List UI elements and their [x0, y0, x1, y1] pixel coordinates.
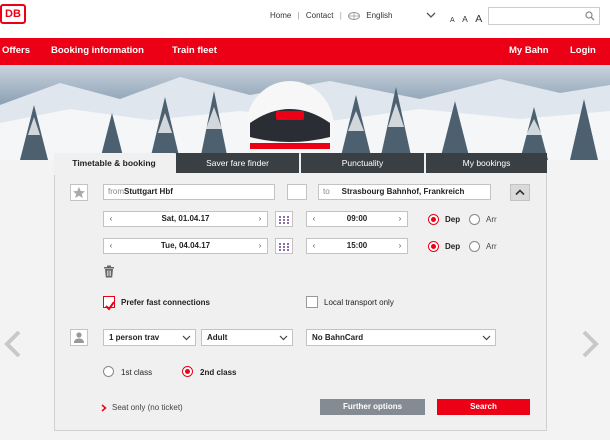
from-prefix: from [108, 187, 124, 196]
tab-saver-fare-finder[interactable]: Saver fare finder [176, 153, 299, 173]
outbound-calendar-button[interactable] [275, 211, 293, 227]
trash-icon[interactable] [103, 265, 115, 278]
person-icon [74, 332, 84, 343]
outbound-date-stepper[interactable]: ‹ Sat, 01.04.17 › [103, 211, 268, 227]
db-logo[interactable]: DB [0, 4, 26, 24]
chevron-right-icon[interactable]: › [393, 239, 407, 253]
chevron-down-icon [279, 335, 288, 341]
contact-link[interactable]: Contact [306, 11, 334, 20]
top-bar: DB Home | Contact | English A A A [0, 0, 610, 38]
chevron-right-icon [101, 404, 107, 412]
return-time-stepper[interactable]: ‹ 15:00 › [306, 238, 408, 254]
second-class-label: 2nd class [200, 368, 237, 377]
link-separator: | [297, 11, 300, 20]
to-station-value: Strasbourg Bahnhof, Frankreich [341, 187, 465, 196]
return-arr-label: Arr [486, 242, 497, 251]
return-date-value: Tue, 04.04.17 [160, 241, 211, 250]
link-separator: | [339, 11, 342, 20]
to-station-input[interactable]: to Strasbourg Bahnhof, Frankreich [318, 184, 491, 200]
collapse-stations-button[interactable] [510, 184, 530, 201]
checkmark-icon [105, 301, 115, 311]
globe-icon [348, 11, 361, 20]
age-group-value: Adult [207, 333, 228, 342]
chevron-down-icon[interactable] [426, 10, 436, 20]
first-class-radio[interactable] [103, 366, 114, 377]
font-size-medium[interactable]: A [462, 14, 468, 24]
return-arr-radio[interactable] [469, 241, 480, 252]
search-icon[interactable] [585, 11, 595, 21]
calendar-icon [279, 216, 289, 224]
nav-login[interactable]: Login [570, 45, 596, 56]
search-button[interactable]: Search [437, 399, 530, 415]
return-dep-radio[interactable] [428, 241, 439, 252]
outbound-dep-label: Dep [445, 215, 461, 224]
hero-train-illustration [0, 77, 610, 160]
chevron-right-icon[interactable]: › [253, 212, 267, 226]
tab-timetable-booking[interactable]: Timetable & booking [54, 153, 174, 175]
nav-booking-information[interactable]: Booking information [51, 45, 144, 56]
outbound-time-stepper[interactable]: ‹ 09:00 › [306, 211, 408, 227]
prefer-fast-label: Prefer fast connections [121, 298, 210, 307]
outbound-arr-radio[interactable] [469, 214, 480, 225]
outbound-dep-radio[interactable] [428, 214, 439, 225]
travellers-select[interactable]: 1 person trav [103, 329, 196, 346]
travellers-value: 1 person trav [109, 333, 160, 342]
chevron-left-icon[interactable]: ‹ [104, 239, 118, 253]
booking-tabs: Timetable & booking Saver fare finder Pu… [54, 153, 547, 175]
chevron-right-icon[interactable]: › [253, 239, 267, 253]
font-size-controls: A A A [450, 9, 485, 27]
return-calendar-button[interactable] [275, 238, 293, 254]
second-class-radio[interactable] [182, 366, 193, 377]
to-prefix: to [323, 187, 330, 196]
from-station-value: Stuttgart Hbf [124, 187, 173, 196]
chevron-left-icon[interactable]: ‹ [307, 212, 321, 226]
chevron-left-icon[interactable]: ‹ [104, 212, 118, 226]
return-date-stepper[interactable]: ‹ Tue, 04.04.17 › [103, 238, 268, 254]
main-nav: Offers Booking information Train fleet M… [0, 38, 610, 65]
nav-my-bahn[interactable]: My Bahn [509, 45, 549, 56]
chevron-down-icon [482, 335, 491, 341]
seat-only-link[interactable]: Seat only (no ticket) [112, 403, 183, 412]
favorites-button[interactable] [70, 184, 88, 201]
calendar-icon [279, 243, 289, 251]
bahncard-value: No BahnCard [312, 333, 364, 342]
further-options-button[interactable]: Further options [320, 399, 425, 415]
hero-banner [0, 65, 610, 160]
prefer-fast-checkbox[interactable] [103, 296, 115, 311]
traveller-profile-button[interactable] [70, 329, 88, 346]
outbound-time-value: 09:00 [346, 214, 368, 223]
chevron-right-icon[interactable] [581, 330, 599, 358]
return-time-value: 15:00 [346, 241, 368, 250]
first-class-label: 1st class [121, 368, 153, 377]
outbound-arr-label: Arr [486, 215, 497, 224]
language-selector[interactable]: English [366, 11, 392, 20]
nav-train-fleet[interactable]: Train fleet [172, 45, 217, 56]
local-transport-checkbox[interactable] [306, 296, 318, 308]
star-icon [73, 187, 85, 198]
chevron-down-icon [182, 335, 191, 341]
chevron-left-icon[interactable] [4, 330, 22, 358]
chevron-left-icon[interactable]: ‹ [307, 239, 321, 253]
home-link[interactable]: Home [270, 11, 291, 20]
tab-punctuality[interactable]: Punctuality [301, 153, 424, 173]
chevron-up-icon [515, 189, 525, 196]
site-search-input[interactable] [488, 7, 600, 25]
font-size-large[interactable]: A [475, 13, 482, 25]
top-links: Home | Contact | English [270, 11, 393, 20]
font-size-small[interactable]: A [450, 17, 455, 24]
tab-my-bookings[interactable]: My bookings [426, 153, 547, 173]
outbound-date-value: Sat, 01.04.17 [161, 214, 210, 223]
via-station-input[interactable] [287, 184, 307, 200]
chevron-right-icon[interactable]: › [393, 212, 407, 226]
from-station-input[interactable]: fromStuttgart Hbf [103, 184, 275, 200]
return-dep-label: Dep [445, 242, 461, 251]
bahncard-select[interactable]: No BahnCard [306, 329, 496, 346]
age-group-select[interactable]: Adult [201, 329, 293, 346]
local-transport-label: Local transport only [324, 298, 394, 307]
nav-offers[interactable]: Offers [2, 45, 30, 56]
